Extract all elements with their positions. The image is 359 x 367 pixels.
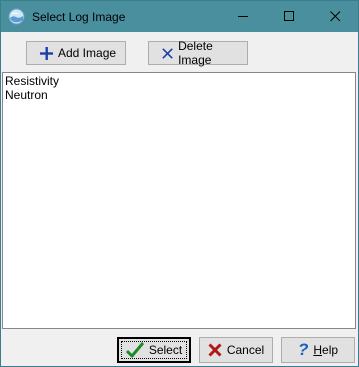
help-label: Help [313, 343, 339, 357]
add-image-button[interactable]: Add Image [26, 41, 126, 65]
select-label: Select [148, 343, 183, 357]
delete-icon [162, 47, 173, 59]
list-item[interactable]: Resistivity [5, 74, 353, 88]
maximize-button[interactable] [266, 1, 312, 32]
cross-icon [208, 343, 222, 357]
cancel-button[interactable]: Cancel [199, 337, 273, 363]
minimize-button[interactable] [220, 1, 266, 32]
minimize-icon [237, 16, 248, 17]
log-image-list[interactable]: Resistivity Neutron [2, 72, 356, 329]
maximize-icon [283, 11, 294, 21]
close-icon [329, 11, 340, 22]
select-log-image-dialog: Select Log Image Add Image Delete Image … [0, 0, 359, 367]
title-bar[interactable]: Select Log Image [1, 1, 358, 32]
add-image-label: Add Image [58, 46, 117, 60]
help-mnemonic: H [313, 343, 323, 357]
cancel-label: Cancel [226, 343, 265, 357]
window-title: Select Log Image [32, 10, 126, 24]
plus-icon [40, 46, 53, 60]
checkmark-icon [125, 342, 144, 358]
help-button[interactable]: ? Help [281, 337, 355, 363]
delete-image-label: Delete Image [178, 39, 213, 67]
close-button[interactable] [312, 1, 358, 32]
question-icon: ? [297, 340, 309, 359]
delete-image-button[interactable]: Delete Image [148, 39, 248, 67]
list-item[interactable]: Neutron [5, 88, 353, 102]
select-button[interactable]: Select [117, 337, 191, 363]
globe-icon [8, 8, 25, 25]
